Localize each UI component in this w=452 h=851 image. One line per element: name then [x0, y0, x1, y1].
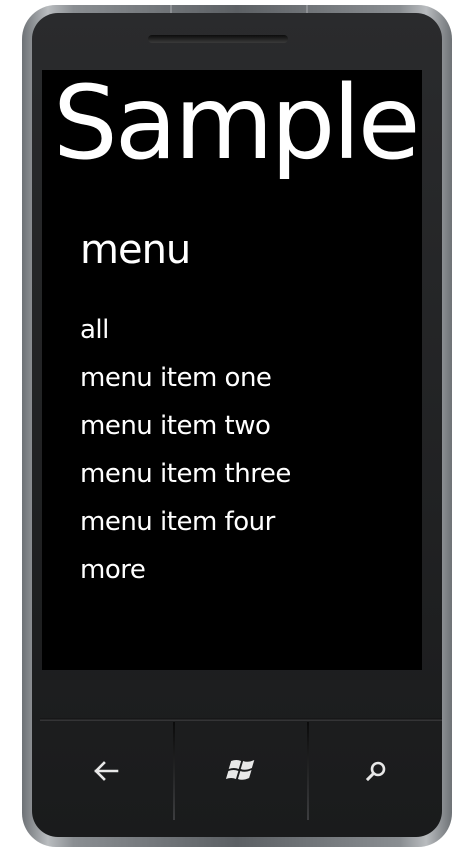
menu-item-more[interactable]: more: [80, 546, 291, 594]
menu-item-three[interactable]: menu item three: [80, 450, 291, 498]
menu-item-all[interactable]: all: [80, 306, 291, 354]
menu-item-one[interactable]: menu item one: [80, 354, 291, 402]
menu-list: all menu item one menu item two menu ite…: [80, 306, 291, 594]
windows-logo-icon: [225, 760, 255, 780]
earpiece-speaker: [148, 35, 288, 43]
back-arrow-icon: [94, 761, 119, 781]
menu-item-two[interactable]: menu item two: [80, 402, 291, 450]
back-button[interactable]: [40, 722, 173, 820]
bezel-divider: [40, 718, 442, 721]
search-button[interactable]: [309, 722, 442, 820]
start-button[interactable]: [175, 722, 308, 820]
page-title: menu: [80, 227, 191, 273]
hardware-button-bar: [40, 722, 442, 820]
app-title: Sample: [53, 64, 420, 183]
search-icon: [365, 761, 385, 782]
menu-item-four[interactable]: menu item four: [80, 498, 291, 546]
